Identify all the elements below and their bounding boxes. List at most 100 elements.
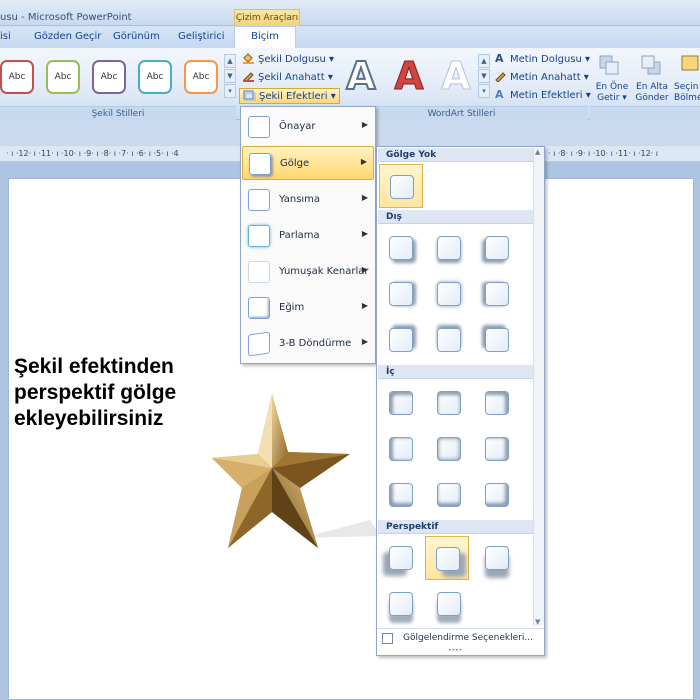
wordart-style-red[interactable]: A [390,56,428,97]
svg-text:A: A [495,88,504,100]
shadow-option-perspective-selected[interactable] [425,536,469,580]
scroll-down-arrow-icon[interactable]: ▼ [535,618,540,626]
submenu-arrow-icon: ▶ [361,337,368,346]
menu-item-soft-edges[interactable]: Yumuşak Kenarlar ▶ [242,255,374,289]
menu-item-bevel[interactable]: Eğim ▶ [242,291,374,325]
group-label-arrange [590,106,700,120]
bring-to-front-icon [598,54,622,80]
shape-style-swatch[interactable]: Abc [46,60,80,94]
shadow-option-inner[interactable] [475,381,519,425]
shadow-options-icon [382,633,393,644]
shape-effects-menu: Önayar ▶ Gölge ▶ Yansıma ▶ Parlama ▶ Yum… [240,106,376,364]
shadow-option-inner[interactable] [379,381,423,425]
shape-style-swatch[interactable]: Abc [138,60,172,94]
shape-style-swatch[interactable]: Abc [184,60,218,94]
slide-text-line: ekleyebilirsiniz [14,407,164,430]
text-outline-button[interactable]: Metin Anahatt ▾ [494,70,589,86]
menu-item-reflection[interactable]: Yansıma ▶ [242,183,374,217]
shadow-option-outer[interactable] [475,318,519,362]
shadow-option-perspective[interactable] [475,536,519,580]
tab-view[interactable]: Görünüm [113,31,160,42]
wordart-more-button[interactable]: ▾ [478,84,490,98]
tab-format[interactable]: Biçim [234,26,296,48]
resize-grip-icon[interactable]: •••• [448,648,468,654]
shadow-option-perspective[interactable] [379,582,423,626]
slide-text-box[interactable]: Şekil efektinden perspektif gölge ekleye… [14,354,214,432]
shadow-option-outer[interactable] [379,226,423,270]
shadow-option-none[interactable] [379,164,423,208]
shadow-option-inner[interactable] [475,473,519,517]
shadow-options-button[interactable]: Gölgelendirme Seçenekleri... [377,628,544,648]
wordart-style-plain[interactable]: A [342,55,380,97]
shadow-option-outer[interactable] [427,226,471,270]
bevel-icon [248,297,270,319]
shadow-option-outer[interactable] [379,272,423,316]
menu-item-preset[interactable]: Önayar ▶ [242,110,374,144]
text-fill-icon: A [494,52,507,65]
wordart-style-light[interactable]: A [437,56,475,97]
title-bar: usu - Microsoft PowerPoint [0,0,700,26]
shape-style-swatch[interactable]: Abc [0,60,34,94]
drawing-tools-context-label: Çizim Araçları [234,9,300,27]
shadow-option-perspective[interactable] [379,536,423,580]
wordart-scroll-up-button[interactable]: ▲ [478,54,490,68]
tab-developer[interactable]: Geliştirici [178,31,225,42]
submenu-arrow-icon: ▶ [361,301,368,310]
gallery-scroll-down-button[interactable]: ▼ [224,69,236,83]
shape-fill-button[interactable]: Şekil Dolgusu ▾ [242,52,334,68]
section-inner: İç [378,365,535,379]
gallery-more-button[interactable]: ▾ [224,84,236,98]
shadow-option-inner[interactable] [427,381,471,425]
shadow-option-perspective[interactable] [427,582,471,626]
shadow-option-outer[interactable] [475,226,519,270]
tab-insert[interactable]: isi [0,31,11,42]
paint-bucket-icon [242,52,255,64]
preset-icon [248,116,270,138]
shadow-option-inner[interactable] [475,427,519,471]
shadow-option-inner[interactable] [379,427,423,471]
menu-item-glow[interactable]: Parlama ▶ [242,219,374,253]
shadow-option-inner[interactable] [427,473,471,517]
send-to-back-icon [640,54,664,80]
gallery-scroll-up-button[interactable]: ▲ [224,54,236,68]
submenu-arrow-icon: ▶ [361,193,368,202]
submenu-arrow-icon: ▶ [361,120,368,129]
tab-review[interactable]: Gözden Geçir [34,31,101,42]
section-outer: Dış [378,210,535,224]
section-no-shadow: Gölge Yok [378,148,535,162]
shadow-option-outer[interactable] [379,318,423,362]
shadow-icon [249,153,271,175]
submenu-arrow-icon: ▶ [360,157,367,166]
text-fill-button[interactable]: A Metin Dolgusu ▾ [494,52,590,68]
star-shape[interactable] [210,388,390,558]
ribbon-tab-bar: isi Gözden Geçir Görünüm Geliştirici [0,26,700,48]
menu-item-shadow[interactable]: Gölge ▶ [242,146,374,180]
text-effects-button[interactable]: A Metin Efektleri ▾ [494,88,591,104]
wordart-scroll-down-button[interactable]: ▼ [478,69,490,83]
shape-outline-button[interactable]: Şekil Anahatt ▾ [242,70,333,86]
soft-edges-icon [248,261,270,283]
scroll-up-arrow-icon[interactable]: ▲ [535,148,540,156]
selection-pane-button[interactable]: Seçin Bölme [674,82,700,104]
window-title: usu - Microsoft PowerPoint [0,12,132,23]
text-effects-icon: A [494,88,507,101]
shadow-option-outer[interactable] [475,272,519,316]
reflection-icon [248,189,270,211]
shadow-option-inner[interactable] [427,427,471,471]
shadow-option-outer[interactable] [427,318,471,362]
slide-text-line: Şekil efektinden [14,355,174,378]
shadow-option-inner[interactable] [379,473,423,517]
bring-to-front-button[interactable]: En Öne Getir ▾ [594,82,630,104]
gallery-scrollbar[interactable]: ▲ ▼ [533,148,544,626]
shape-effects-icon [243,89,256,102]
shadow-preview-icon [390,175,414,199]
3d-rotation-icon [248,331,270,357]
pencil-icon [242,70,255,83]
shape-effects-button[interactable]: Şekil Efektleri ▾ [239,88,340,104]
group-label-shape-styles: Şekil Stilleri [0,106,236,120]
shadow-option-outer[interactable] [427,272,471,316]
slide-text-line: perspektif gölge [14,381,177,404]
shape-style-swatch[interactable]: Abc [92,60,126,94]
menu-item-3d-rotation[interactable]: 3-B Döndürme ▶ [242,327,374,361]
glow-icon [248,225,270,247]
